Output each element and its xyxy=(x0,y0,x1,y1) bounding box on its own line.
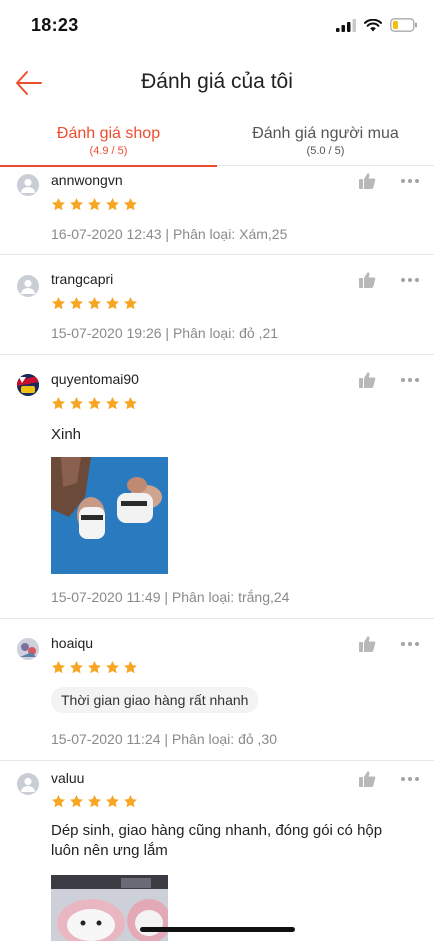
star-icon xyxy=(124,197,137,211)
review-item: quyentomai90 Xinh 15-07-2020 11:49 | Phâ… xyxy=(0,355,434,619)
status-time: 18:23 xyxy=(31,15,79,35)
wifi-icon xyxy=(364,18,382,31)
review-tag: Thời gian giao hàng rất nhanh xyxy=(51,687,259,713)
avatar xyxy=(17,275,39,297)
username: valuu xyxy=(51,770,85,786)
star-icon xyxy=(106,794,119,808)
more-options-icon[interactable] xyxy=(400,774,420,784)
star-icon xyxy=(88,296,101,310)
star-icon xyxy=(70,794,83,808)
review-comment: Xinh xyxy=(51,426,82,443)
thumbs-up-icon[interactable] xyxy=(358,172,376,190)
review-item: valuu Dép sinh, giao hàng cũng nhanh, đó… xyxy=(0,761,434,941)
star-icon xyxy=(106,660,119,674)
tab-rating: (4.9 / 5) xyxy=(89,145,128,157)
star-icon xyxy=(124,296,137,310)
review-item: trangcapri 15-07-2020 19:26 | Phân loại:… xyxy=(0,255,434,355)
username: trangcapri xyxy=(51,271,114,287)
star-icon xyxy=(52,296,65,310)
thumbs-up-icon[interactable] xyxy=(358,635,376,653)
username: quyentomai90 xyxy=(51,371,139,387)
status-bar: 18:23 xyxy=(0,0,434,52)
star-icon xyxy=(88,794,101,808)
star-icon xyxy=(70,197,83,211)
star-icon xyxy=(88,660,101,674)
star-icon xyxy=(88,396,101,410)
star-icon xyxy=(124,396,137,410)
more-options-icon[interactable] xyxy=(400,375,420,385)
tab-buyer-reviews[interactable]: Đánh giá người mua (5.0 / 5) xyxy=(217,118,434,166)
star-rating xyxy=(51,296,138,311)
status-icons xyxy=(336,18,418,32)
more-options-icon[interactable] xyxy=(400,176,420,186)
thumbs-up-icon[interactable] xyxy=(358,271,376,289)
more-options-icon[interactable] xyxy=(400,275,420,285)
star-rating xyxy=(51,660,138,675)
tab-label: Đánh giá người mua xyxy=(252,125,399,142)
review-item: annwongvn 16-07-2020 12:43 | Phân loại: … xyxy=(0,167,434,255)
tab-shop-reviews[interactable]: Đánh giá shop (4.9 / 5) xyxy=(0,118,217,167)
avatar xyxy=(17,773,39,795)
star-icon xyxy=(106,296,119,310)
home-indicator[interactable] xyxy=(140,927,295,932)
star-icon xyxy=(106,197,119,211)
star-icon xyxy=(52,660,65,674)
signal-icon xyxy=(336,18,356,32)
review-list: annwongvn 16-07-2020 12:43 | Phân loại: … xyxy=(0,167,434,941)
star-icon xyxy=(124,660,137,674)
more-options-icon[interactable] xyxy=(400,639,420,649)
star-icon xyxy=(52,197,65,211)
star-rating xyxy=(51,396,138,411)
tab-rating: (5.0 / 5) xyxy=(306,145,345,157)
review-photo[interactable] xyxy=(51,457,168,574)
avatar xyxy=(17,638,39,660)
thumbs-up-icon[interactable] xyxy=(358,371,376,389)
review-meta: 16-07-2020 12:43 | Phân loại: Xám,25 xyxy=(51,226,288,242)
star-icon xyxy=(70,660,83,674)
page-title: Đánh giá của tôi xyxy=(141,70,293,93)
star-icon xyxy=(106,396,119,410)
username: hoaiqu xyxy=(51,635,94,651)
star-icon xyxy=(70,396,83,410)
star-rating xyxy=(51,197,138,212)
thumbs-up-icon[interactable] xyxy=(358,770,376,788)
star-rating xyxy=(51,794,138,809)
tabs: Đánh giá shop (4.9 / 5) Đánh giá người m… xyxy=(0,118,434,167)
nav-bar: Đánh giá của tôi xyxy=(0,58,434,110)
star-icon xyxy=(88,197,101,211)
review-comment: Dép sinh, giao hàng cũng nhanh, đóng gói… xyxy=(51,822,383,859)
review-meta: 15-07-2020 11:49 | Phân loại: trắng,24 xyxy=(51,589,290,605)
tab-label: Đánh giá shop xyxy=(56,125,161,142)
battery-icon xyxy=(390,18,417,32)
review-meta: 15-07-2020 19:26 | Phân loại: đỏ ,21 xyxy=(51,325,279,341)
star-icon xyxy=(124,794,137,808)
avatar xyxy=(17,374,39,396)
star-icon xyxy=(52,794,65,808)
avatar xyxy=(17,174,39,196)
star-icon xyxy=(52,396,65,410)
review-meta: 15-07-2020 11:24 | Phân loại: đỏ ,30 xyxy=(51,731,277,747)
star-icon xyxy=(70,296,83,310)
review-item: hoaiqu Thời gian giao hàng rất nhanh 15-… xyxy=(0,619,434,761)
username: annwongvn xyxy=(51,172,123,188)
